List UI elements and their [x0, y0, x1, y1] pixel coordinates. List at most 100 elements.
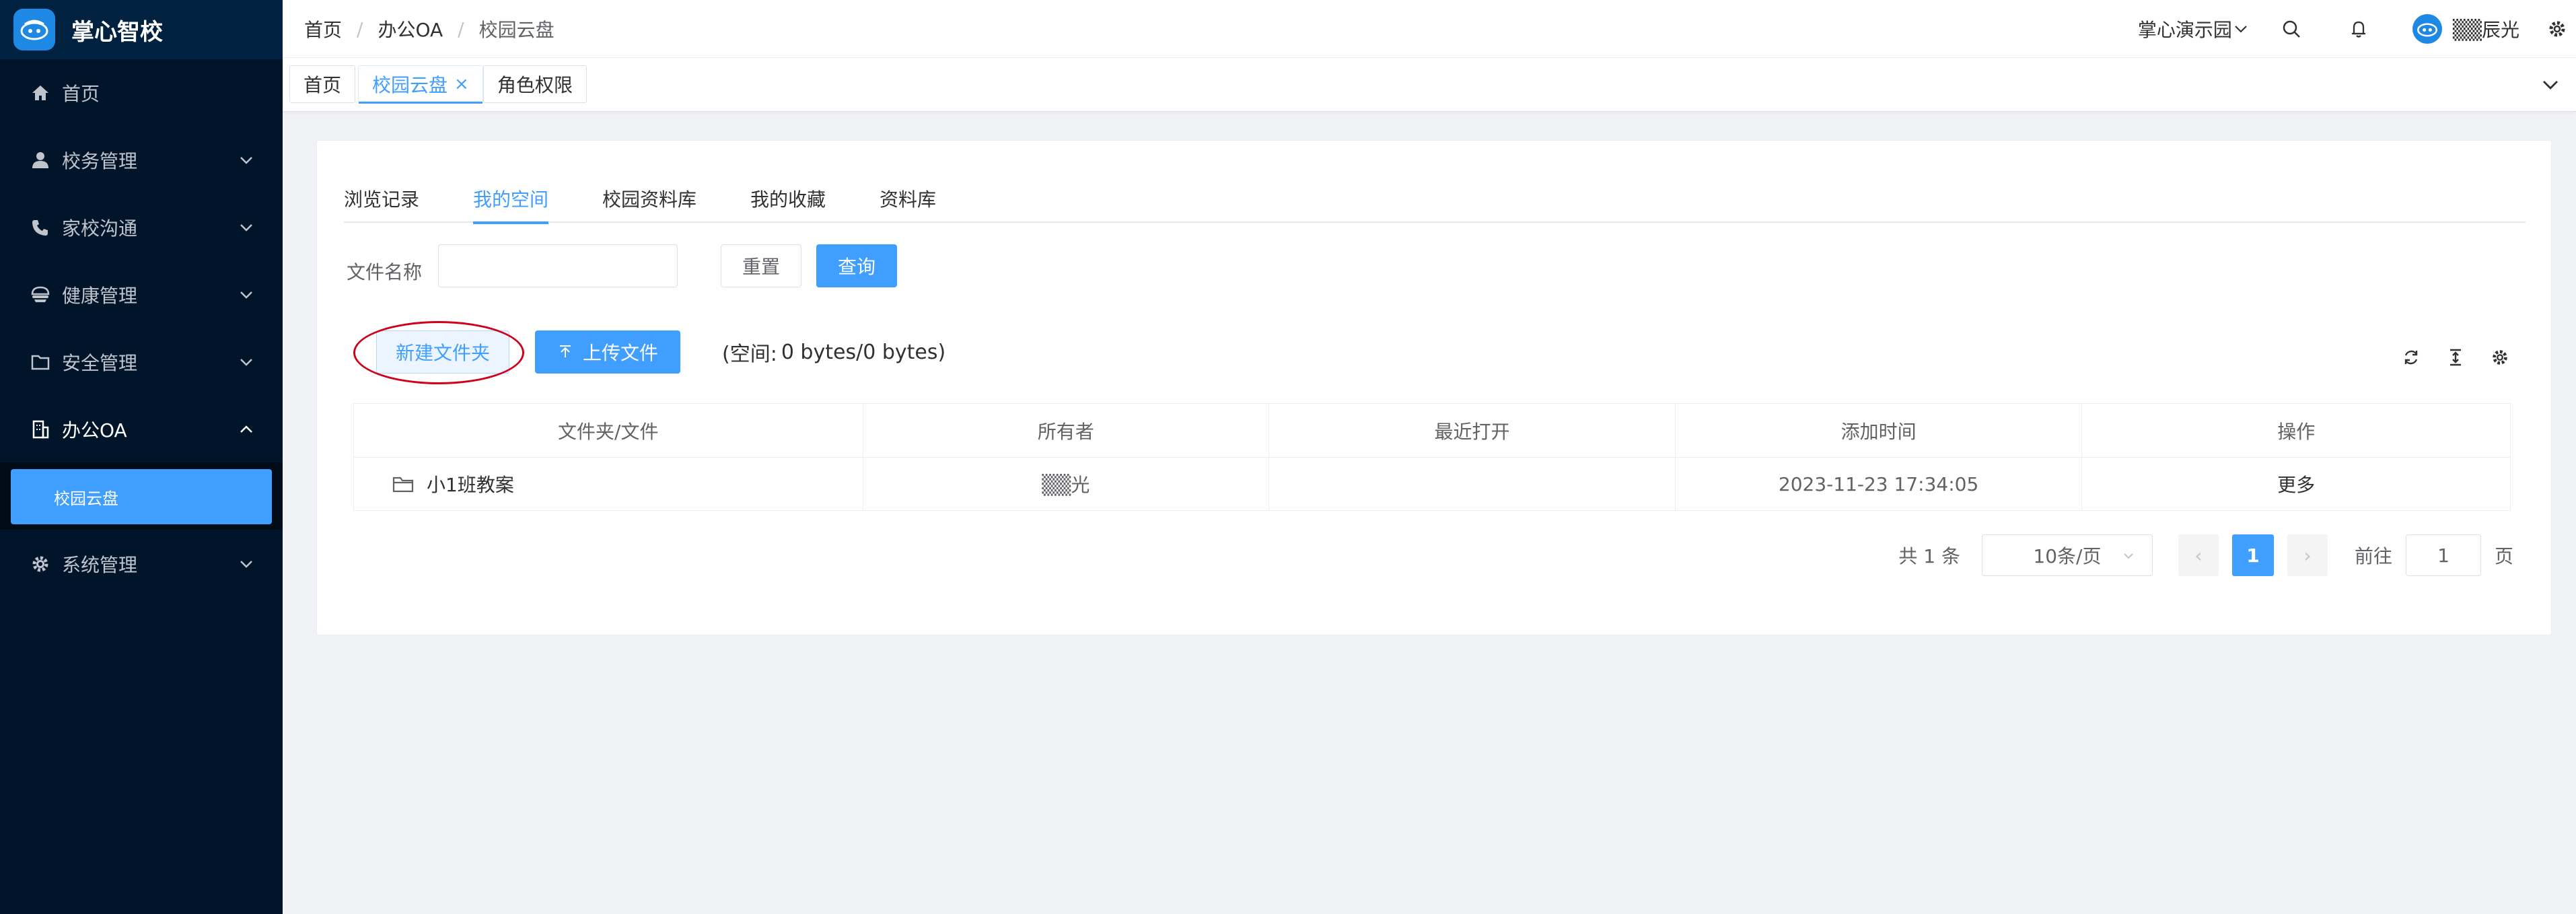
tag-campus-cloud[interactable]: 校园云盘 ×	[358, 65, 483, 104]
tag-home[interactable]: 首页	[289, 65, 356, 103]
column-settings-icon[interactable]	[2486, 344, 2513, 371]
phone-icon	[27, 214, 54, 241]
search-icon[interactable]	[2278, 15, 2305, 42]
column-header: 所有者	[863, 404, 1270, 457]
tab-campus-library[interactable]: 校园资料库	[602, 174, 696, 223]
column-header: 添加时间	[1676, 404, 2083, 457]
table-row[interactable]: 小1班教案 ▒▒光 2023-11-23 17:34:05 更多	[354, 458, 2510, 510]
breadcrumb-separator: /	[357, 17, 363, 40]
home-icon	[27, 79, 54, 106]
next-page-button[interactable]: ›	[2287, 534, 2328, 576]
sidebar-item-label: 安全管理	[62, 352, 138, 374]
breadcrumb-home[interactable]: 首页	[304, 15, 342, 42]
breadcrumb-separator: /	[458, 17, 464, 40]
chevron-down-icon	[240, 561, 252, 568]
sidebar-item-home-school[interactable]: 家校沟通	[0, 194, 283, 261]
column-header: 操作	[2277, 420, 2316, 443]
filename-input[interactable]	[438, 244, 678, 287]
tags-view-bar: 首页 校园云盘 × 角色权限	[283, 58, 2576, 112]
page-size-value: 10条/页	[2033, 545, 2102, 567]
logo[interactable]: 掌心智校	[0, 0, 283, 59]
goto-page-input[interactable]	[2405, 534, 2481, 576]
breadcrumb-office-oa[interactable]: 办公OA	[378, 15, 443, 42]
tab-browse-history[interactable]: 浏览记录	[344, 174, 419, 223]
prev-page-button[interactable]: ‹	[2178, 534, 2219, 576]
tab-my-favorites[interactable]: 我的收藏	[750, 174, 826, 223]
app-name: 掌心智校	[71, 18, 163, 46]
goto-label: 前往	[2354, 545, 2392, 567]
sidebar-item-school-affairs[interactable]: 校务管理	[0, 127, 283, 194]
username[interactable]: ▒▒辰光	[2453, 15, 2519, 42]
new-folder-button[interactable]: 新建文件夹	[376, 330, 509, 374]
page-unit-label: 页	[2494, 545, 2513, 567]
cell-last-opened	[1269, 458, 1676, 510]
sidebar-item-system[interactable]: 系统管理	[0, 530, 283, 598]
sidebar-item-health[interactable]: 健康管理	[0, 261, 283, 328]
file-table: 文件夹/文件 所有者 最近打开 添加时间 操作 小1班教案 ▒▒光 2023-1…	[353, 403, 2511, 511]
sidebar-item-label: 办公OA	[62, 419, 127, 442]
total-count: 共 1 条	[1898, 545, 1960, 567]
upload-label: 上传文件	[582, 342, 658, 364]
settings-icon[interactable]	[2544, 15, 2571, 42]
chevron-down-icon	[2124, 553, 2133, 559]
sidebar: 掌心智校 首页 校务管理 家校沟通 健康管理 安全管理 办公OA 校园云盘 系统…	[0, 0, 283, 914]
chevron-down-icon	[240, 157, 252, 164]
tag-role-permissions[interactable]: 角色权限	[483, 65, 587, 103]
header-actions: 掌心演示园 ▒▒辰光	[2138, 0, 2576, 58]
page-number-current[interactable]: 1	[2231, 534, 2274, 576]
tab-my-space[interactable]: 我的空间	[473, 174, 549, 224]
folder-icon	[392, 477, 414, 493]
storage-info: (空间: 0 bytes/0 bytes)	[722, 330, 945, 374]
user-icon	[27, 147, 54, 174]
reset-button[interactable]: 重置	[721, 244, 801, 287]
table-tools	[2380, 344, 2513, 371]
school-name: 掌心演示园	[2137, 19, 2232, 41]
chevron-down-icon	[240, 359, 252, 366]
top-header: 首页 / 办公OA / 校园云盘 掌心演示园 ▒▒辰光	[283, 0, 2576, 58]
table-header: 文件夹/文件 所有者 最近打开 添加时间 操作	[354, 404, 2510, 458]
filename-label: 文件名称	[347, 261, 423, 283]
tag-label: 校园云盘	[372, 74, 448, 96]
tab-resource-library[interactable]: 资料库	[880, 174, 936, 223]
tag-label: 角色权限	[497, 74, 573, 96]
more-actions-link[interactable]: 更多	[2082, 458, 2510, 510]
sidebar-item-label: 家校沟通	[62, 217, 138, 240]
avatar[interactable]	[2412, 14, 2442, 44]
refresh-icon[interactable]	[2398, 344, 2425, 371]
gear-icon	[27, 551, 54, 577]
upload-file-button[interactable]: 上传文件	[535, 330, 680, 374]
density-icon[interactable]	[2442, 344, 2469, 371]
storage-label: (空间:	[722, 343, 777, 366]
sidebar-item-label: 系统管理	[62, 554, 138, 576]
sidebar-item-safety[interactable]: 安全管理	[0, 328, 283, 396]
sidebar-item-office-oa[interactable]: 办公OA	[0, 396, 283, 463]
logo-icon	[13, 9, 55, 50]
chevron-down-icon	[240, 291, 252, 299]
chevron-up-icon	[240, 425, 252, 433]
cell-name[interactable]: 小1班教案	[354, 458, 863, 510]
cell-added-time: 2023-11-23 17:34:05	[1676, 458, 2083, 510]
query-button[interactable]: 查询	[816, 244, 897, 287]
column-header: 最近打开	[1269, 404, 1676, 457]
chevron-down-icon[interactable]	[2538, 73, 2563, 97]
storage-value: 0 bytes/0 bytes)	[781, 340, 946, 364]
folder-icon	[27, 349, 54, 376]
bell-icon[interactable]	[2345, 15, 2372, 42]
main-card: 浏览记录 我的空间 校园资料库 我的收藏 资料库 文件名称 重置 查询 新建文件…	[316, 140, 2552, 635]
sidebar-item-label: 健康管理	[62, 285, 138, 307]
cell-owner: ▒▒光	[863, 458, 1270, 510]
health-icon	[27, 281, 54, 308]
pagination: 共 1 条 10条/页 ‹ 1 › 前往 页	[1898, 534, 2513, 577]
sidebar-item-home[interactable]: 首页	[0, 59, 283, 127]
folder-name[interactable]: 小1班教案	[427, 470, 514, 497]
page-size-select[interactable]: 10条/页	[1981, 534, 2153, 576]
breadcrumb: 首页 / 办公OA / 校园云盘	[304, 0, 554, 58]
tag-label: 首页	[303, 74, 342, 96]
close-icon[interactable]: ×	[454, 74, 469, 94]
sidebar-subitem-campus-cloud[interactable]: 校园云盘	[11, 469, 272, 524]
subtabs: 浏览记录 我的空间 校园资料库 我的收藏 资料库	[344, 174, 2526, 224]
chevron-down-icon	[240, 224, 252, 232]
school-selector[interactable]: 掌心演示园	[2138, 15, 2250, 42]
column-header: 文件夹/文件	[354, 404, 863, 457]
breadcrumb-current: 校园云盘	[478, 19, 554, 41]
